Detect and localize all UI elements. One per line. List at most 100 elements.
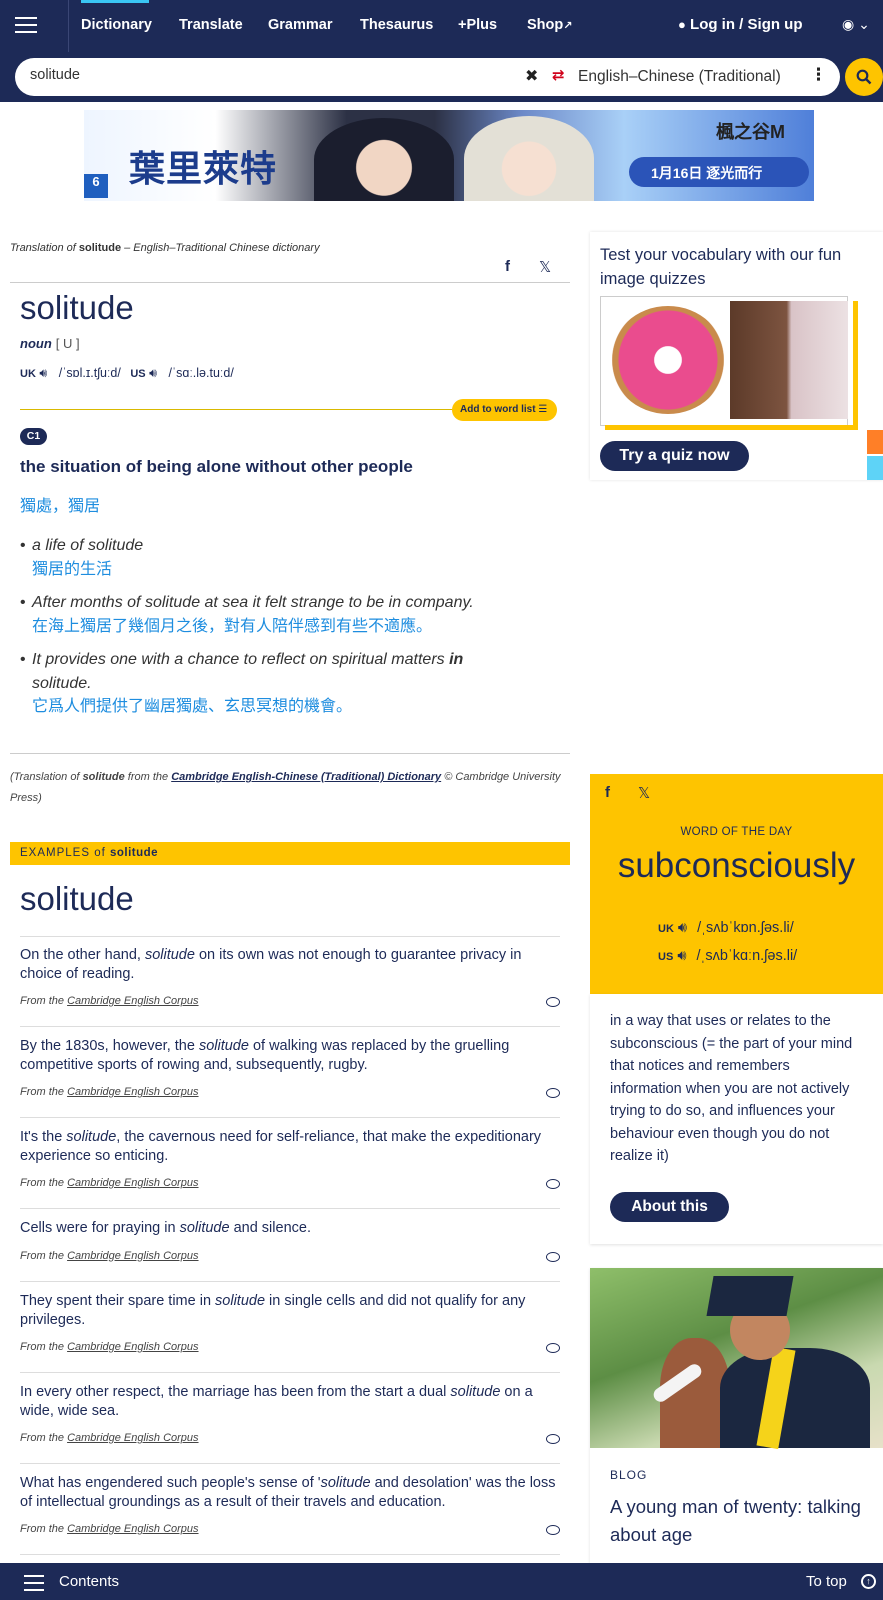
credit-text: from the [124, 771, 172, 783]
ad-date: 1月16日 逐光而行 [629, 157, 809, 187]
source-prefix: From the [20, 1432, 68, 1444]
banner-ad[interactable]: 葉里萊特 楓之谷M 1月16日 逐光而行 6 [84, 110, 814, 201]
ad-brand-logo: 楓之谷M [716, 122, 785, 142]
corpus-link[interactable]: Cambridge English Corpus [67, 1250, 198, 1262]
corpus-link[interactable]: Cambridge English Corpus [67, 1432, 198, 1444]
swap-languages-icon[interactable]: ⇄ [552, 66, 565, 84]
wotd-word[interactable]: subconsciously [590, 846, 883, 886]
try-quiz-button[interactable]: Try a quiz now [600, 441, 749, 471]
sentence-part: By the 1830s, however, the [20, 1038, 199, 1054]
speaker-icon[interactable]: 🔊︎ [149, 366, 157, 380]
divider [20, 409, 460, 410]
bullet: • [20, 651, 26, 668]
meta-suffix: – English–Traditional Chinese dictionary [121, 242, 320, 254]
wotd-body: in a way that uses or relates to the sub… [590, 994, 883, 1244]
feedback-icon[interactable] [546, 1088, 560, 1098]
dictionary-credit-link[interactable]: Cambridge English-Chinese (Traditional) … [171, 771, 441, 783]
side-feedback-tabs[interactable] [867, 430, 883, 480]
sentence-keyword: solitude [215, 1293, 266, 1309]
login-label: Log in / Sign up [690, 16, 803, 33]
corpus-link[interactable]: Cambridge English Corpus [67, 1086, 198, 1098]
corpus-example: What has engendered such people's sense … [20, 1474, 560, 1535]
sentence-part: On the other hand, [20, 947, 145, 963]
search-button[interactable] [845, 58, 883, 96]
arrow-up-icon[interactable]: ↑ [861, 1574, 876, 1589]
contents-menu-icon[interactable] [24, 1575, 44, 1596]
nav-plus[interactable]: +Plus [458, 17, 497, 33]
search-input[interactable] [30, 67, 490, 83]
blog-image [590, 1268, 883, 1450]
language-globe-icon[interactable]: ◉ ⌄ [842, 16, 870, 33]
side-tab-orange[interactable] [867, 430, 883, 454]
feedback-icon[interactable] [546, 1251, 560, 1262]
nav-thesaurus[interactable]: Thesaurus [360, 17, 433, 33]
about-this-button[interactable]: About this [610, 1192, 729, 1222]
nav-grammar[interactable]: Grammar [268, 17, 332, 33]
example-en: a life of solitude [32, 537, 144, 554]
source-prefix: From the [20, 1523, 68, 1535]
speaker-icon[interactable]: 🔊︎ [677, 948, 686, 964]
facebook-share-icon[interactable]: f [605, 784, 610, 801]
sentence-part: and silence. [229, 1220, 311, 1236]
hamburger-icon-line [15, 24, 37, 26]
divider [20, 1554, 560, 1555]
corpus-example: It's the solitude, the cavernous need fo… [20, 1128, 560, 1189]
corpus-source: From the Cambridge English Corpus [20, 1523, 560, 1535]
source-prefix: From the [20, 1086, 68, 1098]
example-zh: 獨居的生活 [32, 560, 113, 578]
divider [10, 753, 570, 754]
example-sentence: • It provides one with a chance to refle… [20, 648, 500, 719]
quiz-card: Test your vocabulary with our fun image … [590, 232, 883, 480]
source-prefix: From the [20, 1249, 68, 1262]
sentence-keyword: solitude [198, 1038, 249, 1054]
corpus-link[interactable]: Cambridge English Corpus [67, 1523, 198, 1535]
corpus-source: From the Cambridge English Corpus [20, 1250, 560, 1262]
feedback-icon[interactable] [546, 1343, 560, 1353]
examples-word: solitude [109, 847, 159, 859]
ipa-uk: /ˈsɒl.ɪ.tʃuːd/ [58, 366, 121, 380]
to-top-button[interactable]: To top [806, 1573, 847, 1590]
feedback-icon[interactable] [546, 1525, 560, 1535]
example-en-part: solitude. [32, 674, 92, 692]
active-tab-indicator [81, 0, 149, 3]
corpus-source: From the Cambridge English Corpus [20, 1086, 560, 1098]
source-prefix: From the [20, 995, 68, 1007]
ipa-us: /ˈsɑː.lə.tuːd/ [168, 366, 234, 380]
blog-title[interactable]: A young man of twenty: talking about age [610, 1493, 875, 1549]
corpus-sentence: It's the solitude, the cavernous need fo… [20, 1128, 560, 1165]
side-tab-blue[interactable] [867, 456, 883, 480]
x-share-icon[interactable]: 𝕏 [638, 784, 650, 802]
nav-shop[interactable]: Shop↗ [527, 17, 572, 33]
definition-translation: 獨處，獨居 [20, 498, 101, 515]
hamburger-icon [15, 17, 37, 19]
menu-button[interactable] [0, 0, 69, 52]
feedback-icon[interactable] [546, 997, 560, 1007]
blog-card[interactable]: BLOG A young man of twenty: talking abou… [590, 1268, 883, 1568]
meta-word: solitude [78, 242, 122, 254]
speaker-icon[interactable]: 🔊︎ [678, 920, 687, 936]
example-en-bold: in [449, 651, 464, 668]
sentence-part: It's the [20, 1129, 67, 1145]
corpus-link[interactable]: Cambridge English Corpus [67, 1341, 198, 1353]
quiz-image[interactable] [600, 296, 858, 430]
more-options-icon[interactable]: ⋮ [810, 65, 827, 85]
ipa-us: /ˌsʌbˈkɑːn.ʃəs.li/ [696, 948, 798, 964]
region-us: US [130, 368, 146, 380]
dictionary-language-select[interactable]: English–Chinese (Traditional) [578, 68, 781, 86]
feedback-icon[interactable] [546, 1179, 560, 1189]
corpus-link[interactable]: Cambridge English Corpus [67, 1177, 198, 1189]
corpus-link[interactable]: Cambridge English Corpus [67, 995, 198, 1007]
add-to-word-list-button[interactable]: Add to word list ☰ [452, 399, 558, 421]
x-share-icon[interactable]: 𝕏 [539, 258, 551, 276]
nav-dictionary[interactable]: Dictionary [81, 17, 152, 33]
divider [10, 282, 570, 283]
speaker-icon[interactable]: 🔊︎ [39, 366, 47, 380]
login-link[interactable]: ● Log in / Sign up [678, 16, 803, 33]
nav-translate[interactable]: Translate [179, 17, 243, 33]
clear-icon[interactable]: ✖ [525, 66, 538, 86]
contents-button[interactable]: Contents [59, 1573, 119, 1590]
sentence-keyword: solitude [66, 1129, 117, 1145]
facebook-share-icon[interactable]: f [505, 258, 510, 275]
feedback-icon[interactable] [546, 1434, 560, 1444]
definition: the situation of being alone without oth… [20, 457, 413, 476]
